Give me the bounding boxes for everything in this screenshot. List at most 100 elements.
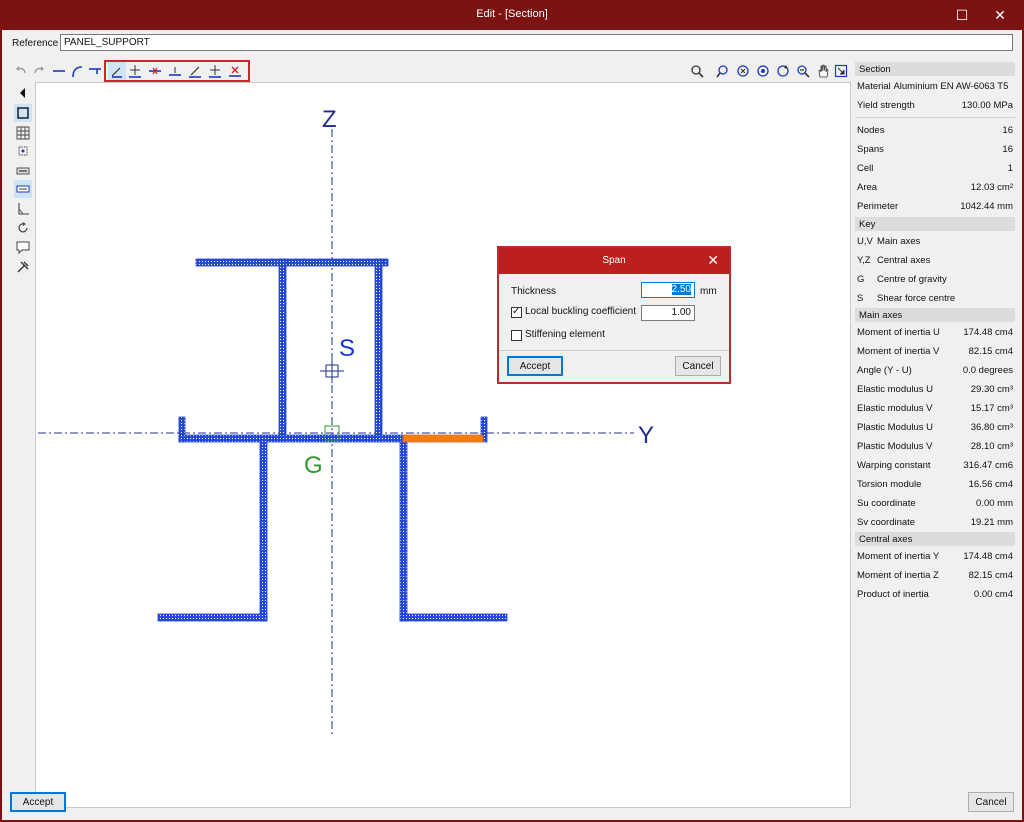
mi-y-value: 174.48 cm4 <box>963 551 1013 562</box>
lower-flange-left-span[interactable] <box>157 613 268 622</box>
tee-span-icon[interactable] <box>86 62 104 80</box>
split-span-icon[interactable] <box>146 62 164 80</box>
area-value: 12.03 cm² <box>970 182 1013 193</box>
tools-icon[interactable] <box>14 258 32 276</box>
grid-icon[interactable] <box>14 124 32 142</box>
dialog-close-icon[interactable]: ✕ <box>707 252 719 269</box>
properties-panel: Section Material Aluminium EN AW-6063 T5… <box>855 62 1016 602</box>
stiffening-checkbox[interactable] <box>511 330 522 341</box>
inner-web-left-span[interactable] <box>278 258 287 443</box>
zoom-out-icon[interactable] <box>794 62 812 80</box>
spans-label: Spans <box>857 144 884 155</box>
key-yz: Y,Z <box>857 255 871 266</box>
zoom-window-icon[interactable] <box>714 62 732 80</box>
nodes-value: 16 <box>1002 125 1013 136</box>
torsion-row: Torsion module 16.56 cm4 <box>857 475 1013 494</box>
mi-z-value: 82.15 cm4 <box>968 570 1013 581</box>
lower-web-left-span[interactable] <box>259 439 268 622</box>
edit-section-window: Edit - [Section] ☐ ✕ Reference PANEL_SUP… <box>0 0 1024 822</box>
angle-value: 0.0 degrees <box>962 365 1013 376</box>
zoom-rotate-icon[interactable] <box>774 62 792 80</box>
em-u-value: 29.30 cm³ <box>970 384 1013 395</box>
material-label: Material <box>857 81 891 92</box>
dialog-accept-button[interactable]: Accept <box>507 356 563 376</box>
key-s-text: Shear force centre <box>877 293 956 304</box>
local-buckling-label: Local buckling coefficient <box>525 306 636 317</box>
yield-row: Yield strength 130.00 MPa <box>857 96 1013 115</box>
collapse-arrow-icon[interactable] <box>14 84 32 102</box>
fit-view-icon[interactable] <box>832 62 850 80</box>
cell-label: Cell <box>857 163 874 174</box>
mi-u-row: Moment of inertia U 174.48 cm4 <box>857 323 1013 342</box>
arc-span-icon[interactable] <box>68 62 86 80</box>
angle-label: Angle (Y - U) <box>857 365 912 376</box>
snap-icon[interactable] <box>14 142 32 160</box>
move-span-icon[interactable] <box>206 62 224 80</box>
local-buckling-input[interactable]: 1.00 <box>641 305 695 321</box>
accept-button[interactable]: Accept <box>10 792 66 812</box>
key-s-row: S Shear force centre <box>857 289 1013 308</box>
search-icon[interactable] <box>688 62 706 80</box>
line-span-icon[interactable] <box>50 62 68 80</box>
edit-span-icon[interactable] <box>108 62 126 80</box>
spans-row: Spans 16 <box>857 140 1013 159</box>
product-label: Product of inertia <box>857 589 929 600</box>
modify-span-icon[interactable] <box>186 62 204 80</box>
gravity-centre-label: G <box>304 452 323 479</box>
yield-label: Yield strength <box>857 100 915 111</box>
mi-y-label: Moment of inertia Y <box>857 551 940 562</box>
su-value: 0.00 mm <box>976 498 1013 509</box>
top-flange-span[interactable] <box>195 258 389 267</box>
comment-icon[interactable] <box>14 238 32 256</box>
su-label: Su coordinate <box>857 498 916 509</box>
nodes-row: Nodes 16 <box>857 121 1013 140</box>
inner-web-right-span[interactable] <box>374 258 383 443</box>
warping-value: 316.47 cm6 <box>963 460 1013 471</box>
footer-bar: Accept Cancel <box>2 792 1022 820</box>
reference-input[interactable]: PANEL_SUPPORT <box>60 34 1013 51</box>
lower-web-right-span[interactable] <box>399 439 408 622</box>
z-axis-label: Z <box>322 106 337 133</box>
drawing-canvas[interactable]: Z Y S G <box>35 82 851 808</box>
delete-span-icon[interactable] <box>226 62 244 80</box>
thickness-label: Thickness <box>511 286 557 297</box>
perimeter-value: 1042.44 mm <box>960 201 1013 212</box>
rotate-icon[interactable] <box>14 219 32 237</box>
key-yz-text: Central axes <box>877 255 931 266</box>
thickness-input[interactable]: 2.50 <box>641 282 695 298</box>
cancel-button[interactable]: Cancel <box>968 792 1014 812</box>
redo-icon[interactable] <box>30 62 48 80</box>
dialog-cancel-button[interactable]: Cancel <box>675 356 721 376</box>
move-node-icon[interactable] <box>126 62 144 80</box>
span-dialog-titlebar: Span ✕ <box>499 248 729 274</box>
cell-value: 1 <box>1007 163 1013 174</box>
mi-v-row: Moment of inertia V 82.15 cm4 <box>857 342 1013 361</box>
close-window-button[interactable]: ✕ <box>980 4 1020 26</box>
yield-value: 130.00 MPa <box>961 100 1013 111</box>
title-bar: Edit - [Section] ☐ ✕ <box>0 0 1024 30</box>
axes-icon[interactable] <box>14 200 32 218</box>
key-uv-text: Main axes <box>877 236 921 247</box>
key-g-text: Centre of gravity <box>877 274 947 285</box>
undo-icon[interactable] <box>12 62 30 80</box>
mi-v-label: Moment of inertia V <box>857 346 940 357</box>
sv-label: Sv coordinate <box>857 517 916 528</box>
dimensions-icon[interactable] <box>14 162 32 180</box>
left-lip-span[interactable] <box>178 416 186 443</box>
bottom-cell-span[interactable] <box>178 434 404 443</box>
selected-span[interactable] <box>402 434 484 443</box>
pan-hand-icon[interactable] <box>814 62 832 80</box>
mi-z-label: Moment of inertia Z <box>857 570 939 581</box>
maximize-button[interactable]: ☐ <box>942 4 982 26</box>
span-dialog: Span ✕ Thickness 2.50 mm Local buckling … <box>497 246 731 384</box>
zoom-previous-icon[interactable] <box>754 62 772 80</box>
thickness-value: 2.50 <box>671 284 691 295</box>
select-rectangle-icon[interactable] <box>14 104 32 122</box>
insert-node-icon[interactable] <box>166 62 184 80</box>
dialog-separator <box>499 350 729 351</box>
stiffening-label: Stiffening element <box>525 329 605 340</box>
zoom-extents-icon[interactable] <box>734 62 752 80</box>
lower-flange-right-span[interactable] <box>399 613 508 622</box>
local-buckling-checkbox[interactable] <box>511 306 522 318</box>
thickness-display-icon[interactable] <box>14 180 32 198</box>
